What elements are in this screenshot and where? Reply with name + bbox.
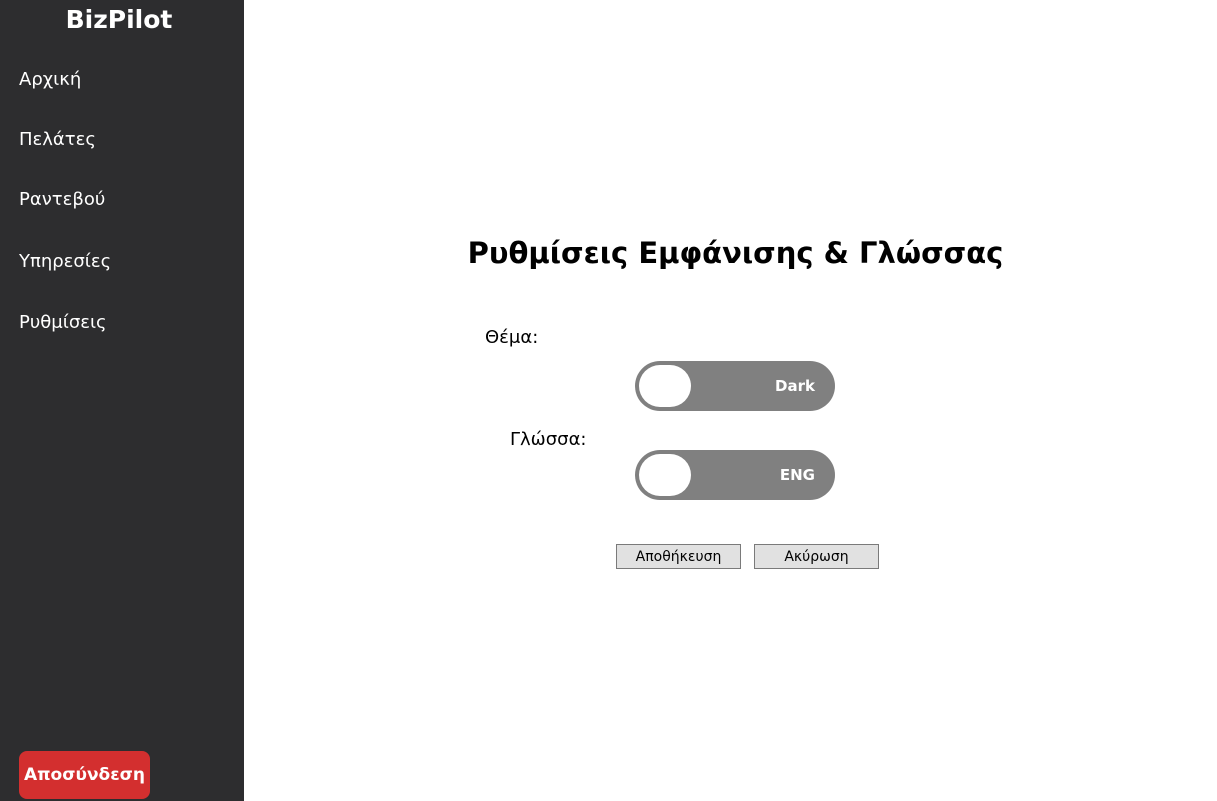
language-label: Γλώσσα:: [510, 429, 587, 450]
page-title: Ρυθμίσεις Εμφάνισης & Γλώσσας: [467, 236, 1004, 270]
language-toggle-knob: [639, 454, 691, 496]
cancel-button[interactable]: Ακύρωση: [754, 544, 879, 569]
theme-toggle[interactable]: Dark: [635, 361, 835, 411]
theme-label: Θέμα:: [485, 327, 539, 348]
settings-panel: Ρυθμίσεις Εμφάνισης & Γλώσσας Θέμα: Dark…: [244, 0, 1217, 801]
language-toggle-value: ENG: [779, 466, 815, 484]
sidebar: BizPilot Αρχική Πελάτες Ραντεβού Υπηρεσί…: [0, 0, 244, 801]
save-button[interactable]: Αποθήκευση: [616, 544, 741, 569]
theme-toggle-value: Dark: [775, 377, 815, 395]
sidebar-item-clients[interactable]: Πελάτες: [19, 129, 96, 150]
sidebar-item-services[interactable]: Υπηρεσίες: [19, 251, 111, 272]
logout-button[interactable]: Αποσύνδεση: [19, 751, 150, 799]
sidebar-item-settings[interactable]: Ρυθμίσεις: [19, 312, 107, 333]
brand-logo: BizPilot: [65, 5, 173, 34]
language-toggle[interactable]: ENG: [635, 450, 835, 500]
theme-toggle-knob: [639, 365, 691, 407]
sidebar-item-home[interactable]: Αρχική: [19, 69, 81, 90]
sidebar-item-appointments[interactable]: Ραντεβού: [19, 189, 105, 210]
